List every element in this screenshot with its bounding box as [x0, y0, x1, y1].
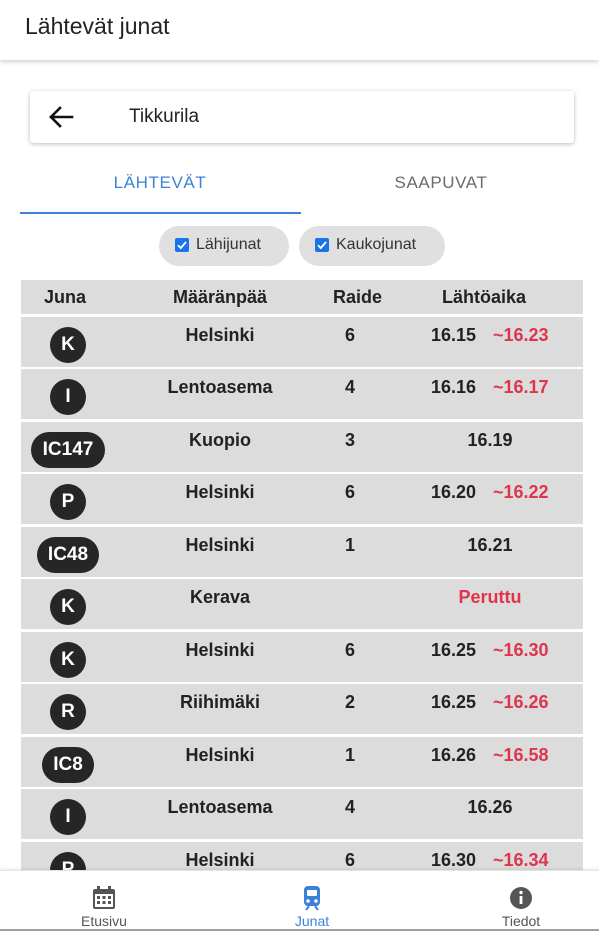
destination-cell: Helsinki [185, 324, 255, 345]
train-icon [299, 885, 325, 911]
estimated-time: ~16.22 [493, 482, 549, 502]
table-row[interactable]: IC8 Helsinki 1 16.26 ~16.58 [21, 736, 583, 787]
destination-cell: Helsinki [185, 639, 255, 660]
track-cell: 6 [344, 849, 355, 870]
estimated-time: ~16.17 [493, 377, 549, 397]
scheduled-time: 16.25 [431, 692, 477, 712]
scheduled-time: 16.26 [467, 797, 513, 817]
train-badge: I [50, 379, 86, 415]
destination-cell: Riihimäki [179, 692, 261, 712]
table-row[interactable]: R Riihimäki 2 16.25 ~16.26 [21, 684, 583, 734]
station-name[interactable]: Tikkurila [129, 106, 199, 128]
train-badge: R [50, 694, 86, 730]
scheduled-time: 16.19 [467, 429, 513, 450]
track-cell: 6 [344, 324, 355, 345]
table-row[interactable]: I Lentoasema 4 16.16 ~16.17 [21, 369, 583, 419]
table-header: Juna Määränpää Raide Lähtöaika [21, 280, 583, 314]
table-row[interactable]: IC48 Helsinki 1 16.21 [21, 526, 583, 577]
info-icon [508, 885, 534, 911]
track-cell: 2 [344, 692, 355, 712]
filter-commuter-trains[interactable]: Lähijunat [159, 226, 289, 266]
estimated-time: ~16.30 [493, 639, 549, 660]
train-badge: K [50, 641, 86, 678]
scheduled-time: 16.26 [431, 744, 477, 765]
train-badge: IC8 [42, 746, 94, 783]
bottom-navigation: Etusivu Junat Tiedot [0, 870, 599, 932]
header-train: Juna [44, 287, 87, 307]
nav-trains[interactable]: Junat [252, 871, 372, 931]
nav-home-label: Etusivu [81, 913, 127, 929]
destination-cell: Helsinki [185, 744, 255, 765]
nav-trains-label: Junat [294, 913, 330, 929]
direction-tabs: LÄHTEVÄT SAAPUVAT [20, 160, 581, 214]
destination-cell: Lentoasema [167, 377, 273, 397]
estimated-time: ~16.58 [493, 744, 549, 765]
scheduled-time: 16.25 [431, 639, 477, 660]
nav-info-label: Tiedot [501, 913, 541, 929]
train-badge: K [50, 326, 86, 363]
destination-cell: Kuopio [189, 429, 251, 450]
train-badge: IC48 [37, 536, 99, 573]
scheduled-time: 16.15 [431, 324, 477, 345]
back-arrow-icon[interactable] [48, 105, 74, 129]
nav-home[interactable]: Etusivu [44, 871, 164, 931]
track-cell: 6 [344, 639, 355, 660]
table-row[interactable]: K Kerava Peruttu [21, 579, 583, 629]
active-tab-indicator [20, 212, 301, 214]
nav-info[interactable]: Tiedot [461, 871, 581, 931]
table-row[interactable]: P Helsinki 6 16.20 ~16.22 [21, 474, 583, 524]
scheduled-time: 16.30 [431, 849, 477, 870]
scheduled-time: 16.21 [467, 534, 513, 555]
filter-label: Kaukojunat [336, 236, 417, 253]
filter-label: Lähijunat [196, 236, 261, 253]
tab-arrivals[interactable]: SAAPUVAT [301, 160, 581, 212]
table-body: K Helsinki 6 16.15 ~16.23 I Lentoasema 4 16.16 ~1… [21, 316, 583, 892]
station-search-bar[interactable]: Tikkurila [30, 91, 574, 143]
table-row[interactable]: I Lentoasema 4 16.26 [21, 789, 583, 839]
scheduled-time: 16.20 [431, 482, 477, 502]
header-destination: Määränpää [172, 287, 268, 307]
estimated-time: ~16.26 [493, 692, 549, 712]
train-badge: K [50, 589, 86, 625]
track-cell: 6 [344, 482, 355, 502]
track-cell: 4 [344, 797, 355, 817]
table-row[interactable]: K Helsinki 6 16.25 ~16.30 [21, 631, 583, 682]
calendar-icon [91, 885, 117, 911]
header-departure: Lähtöaika [442, 287, 527, 307]
destination-cell: Kerava [189, 587, 251, 607]
track-cell: 3 [344, 429, 355, 450]
track-cell: 1 [344, 744, 355, 765]
track-cell: 4 [344, 377, 355, 397]
filter-long-distance-trains[interactable]: Kaukojunat [299, 226, 445, 266]
page-title: Lähtevät junat [25, 13, 170, 39]
cancelled-status: Peruttu [458, 587, 522, 607]
checkbox-checked-icon[interactable] [175, 238, 189, 252]
departures-table: Juna Määränpää Raide Lähtöaika K Helsinki… [21, 280, 583, 892]
destination-cell: Helsinki [185, 534, 255, 555]
table-row[interactable]: IC147 Kuopio 3 16.19 [21, 421, 583, 472]
train-badge: P [50, 484, 86, 520]
header-track: Raide [333, 287, 383, 307]
train-badge: IC147 [31, 431, 105, 468]
app-bar: Lähtevät junat [0, 0, 599, 60]
destination-cell: Lentoasema [167, 797, 273, 817]
checkbox-checked-icon[interactable] [315, 238, 329, 252]
destination-cell: Helsinki [185, 482, 255, 502]
track-cell: 1 [344, 534, 355, 555]
destination-cell: Helsinki [185, 849, 255, 870]
tab-departures[interactable]: LÄHTEVÄT [20, 160, 300, 212]
train-badge: I [50, 799, 86, 835]
scheduled-time: 16.16 [431, 377, 477, 397]
estimated-time: ~16.23 [493, 324, 549, 345]
estimated-time: ~16.34 [493, 849, 549, 870]
table-row[interactable]: K Helsinki 6 16.15 ~16.23 [21, 316, 583, 367]
